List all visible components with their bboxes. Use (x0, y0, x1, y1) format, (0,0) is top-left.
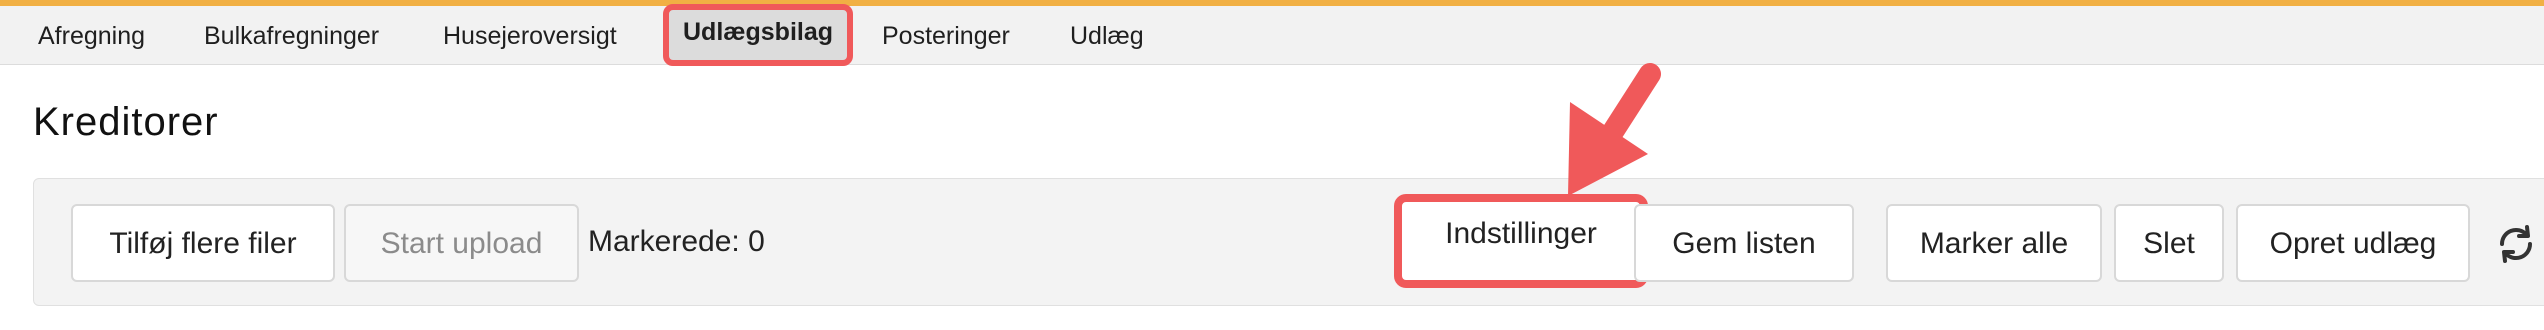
pointer-arrow-icon (1568, 63, 1661, 196)
nav-item-husejeroversigt[interactable]: Husejeroversigt (443, 6, 617, 64)
page-title: Kreditorer (33, 100, 219, 144)
nav-item-afregning[interactable]: Afregning (38, 6, 145, 64)
mark-all-button[interactable]: Marker alle (1886, 204, 2102, 282)
refresh-icon[interactable] (2494, 222, 2538, 266)
nav-item-posteringer[interactable]: Posteringer (882, 6, 1010, 64)
add-files-button[interactable]: Tilføj flere filer (71, 204, 335, 282)
create-expense-button[interactable]: Opret udlæg (2236, 204, 2470, 282)
nav-item-udlaeg[interactable]: Udlæg (1070, 6, 1144, 64)
marked-count: Markerede: 0 (588, 225, 765, 258)
nav-item-bulkafregninger[interactable]: Bulkafregninger (204, 6, 379, 64)
nav-item-udlaegsbilag[interactable]: Udlægsbilag (663, 4, 854, 66)
start-upload-button[interactable]: Start upload (344, 204, 579, 282)
top-nav: Afregning Bulkafregninger Husejeroversig… (0, 4, 2544, 66)
settings-button[interactable]: Indstillinger (1394, 194, 1648, 288)
delete-button[interactable]: Slet (2114, 204, 2224, 282)
save-list-button[interactable]: Gem listen (1634, 204, 1854, 282)
